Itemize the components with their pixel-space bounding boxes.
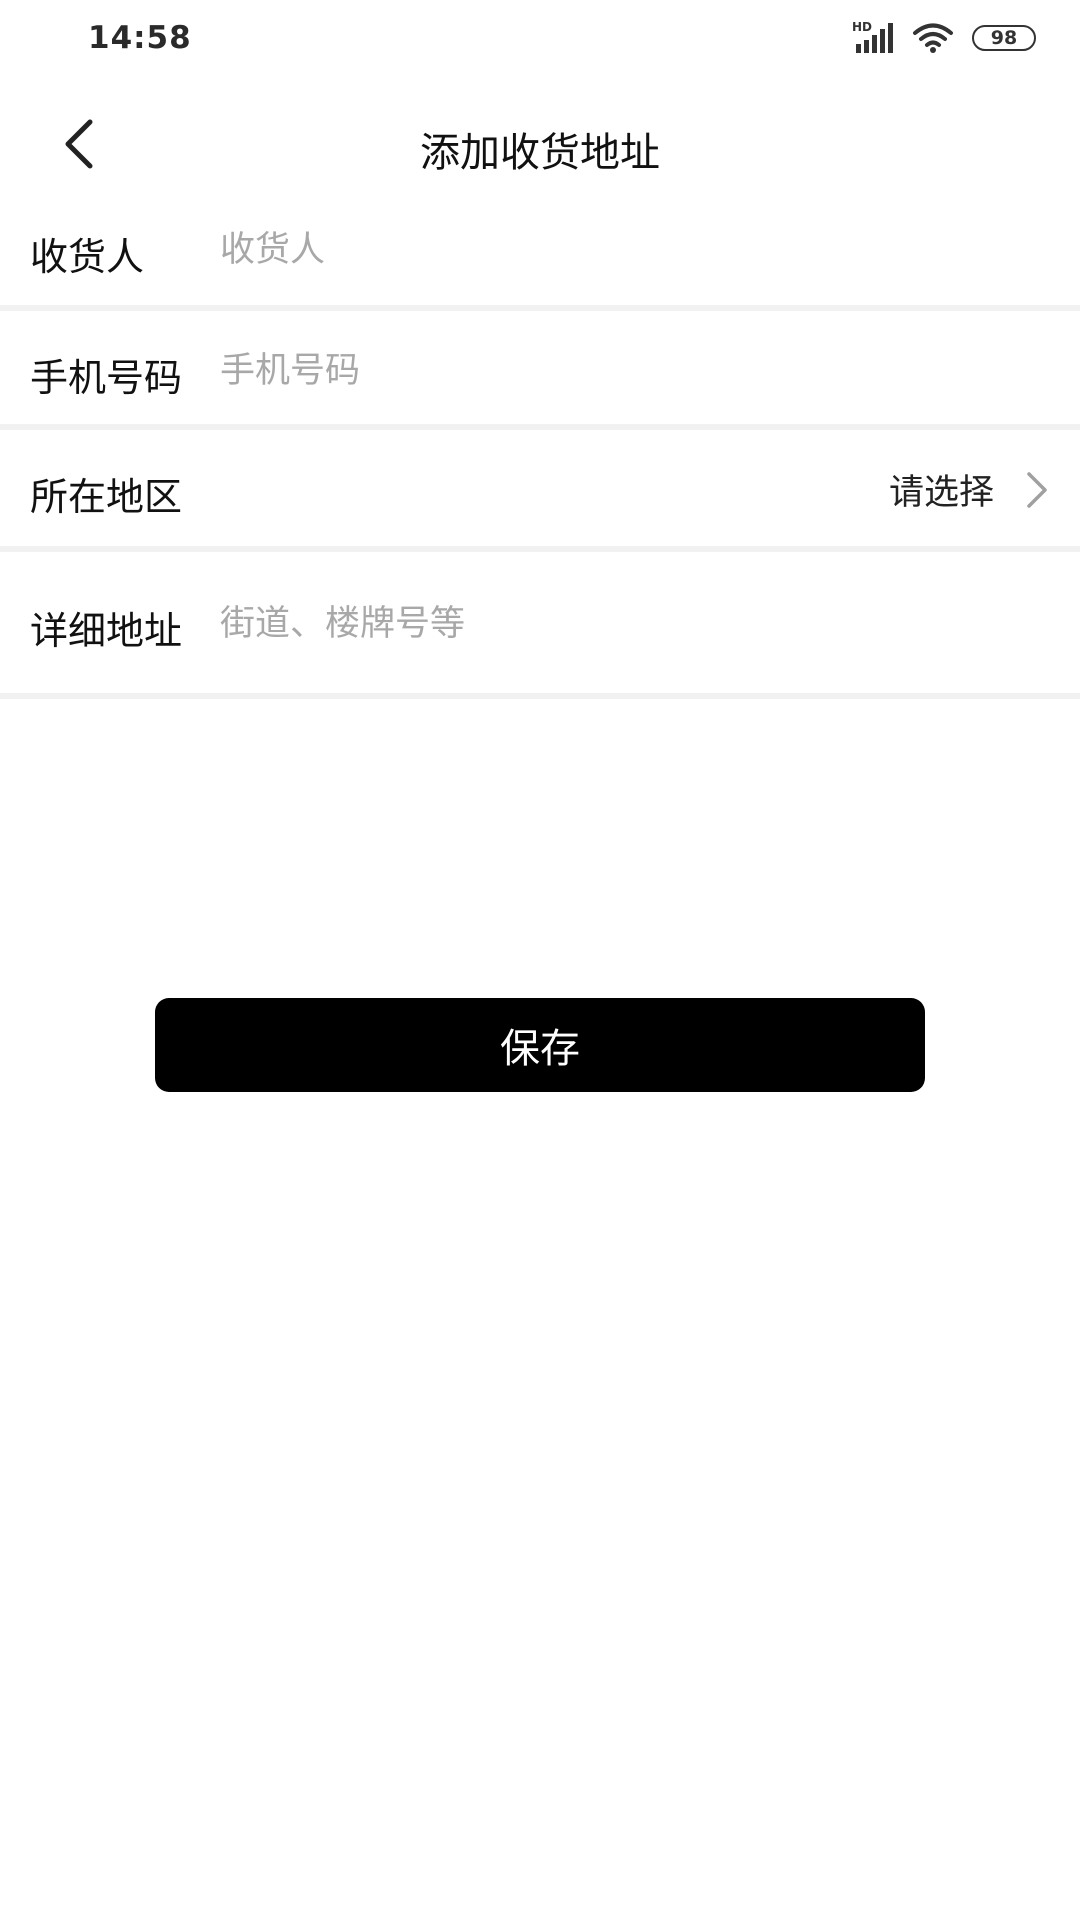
region-select[interactable]: 请选择 (889, 464, 1050, 515)
consignee-label: 收货人 (30, 235, 145, 279)
consignee-row: 收货人 (0, 200, 1080, 305)
save-button[interactable]: 保存 (155, 998, 925, 1092)
region-label: 所在地区 (30, 475, 183, 519)
divider (0, 693, 1080, 699)
detail-address-label: 详细地址 (30, 609, 183, 653)
network-badge: HD (852, 20, 873, 34)
detail-address-input[interactable] (220, 594, 1020, 654)
page-title: 添加收货地址 (420, 130, 660, 176)
phone-row: 手机号码 (0, 311, 1080, 424)
detail-address-row: 详细地址 (0, 552, 1080, 693)
status-time: 14:58 (88, 20, 192, 56)
chevron-right-icon (1027, 471, 1047, 508)
wifi-icon (913, 23, 953, 53)
hd-signal-icon: HD (852, 20, 896, 54)
status-icons: HD 98 (852, 20, 1036, 56)
battery-level: 98 (990, 26, 1018, 49)
region-value: 请选择 (888, 473, 994, 513)
nav-bar: 添加收货地址 (0, 90, 1080, 200)
battery-icon: 98 (972, 25, 1036, 51)
phone-label: 手机号码 (30, 356, 183, 400)
status-bar: 14:58 HD 98 (0, 0, 1080, 80)
consignee-input[interactable] (220, 220, 1020, 280)
region-row[interactable]: 所在地区 请选择 (0, 430, 1080, 546)
phone-input[interactable] (220, 341, 1020, 401)
